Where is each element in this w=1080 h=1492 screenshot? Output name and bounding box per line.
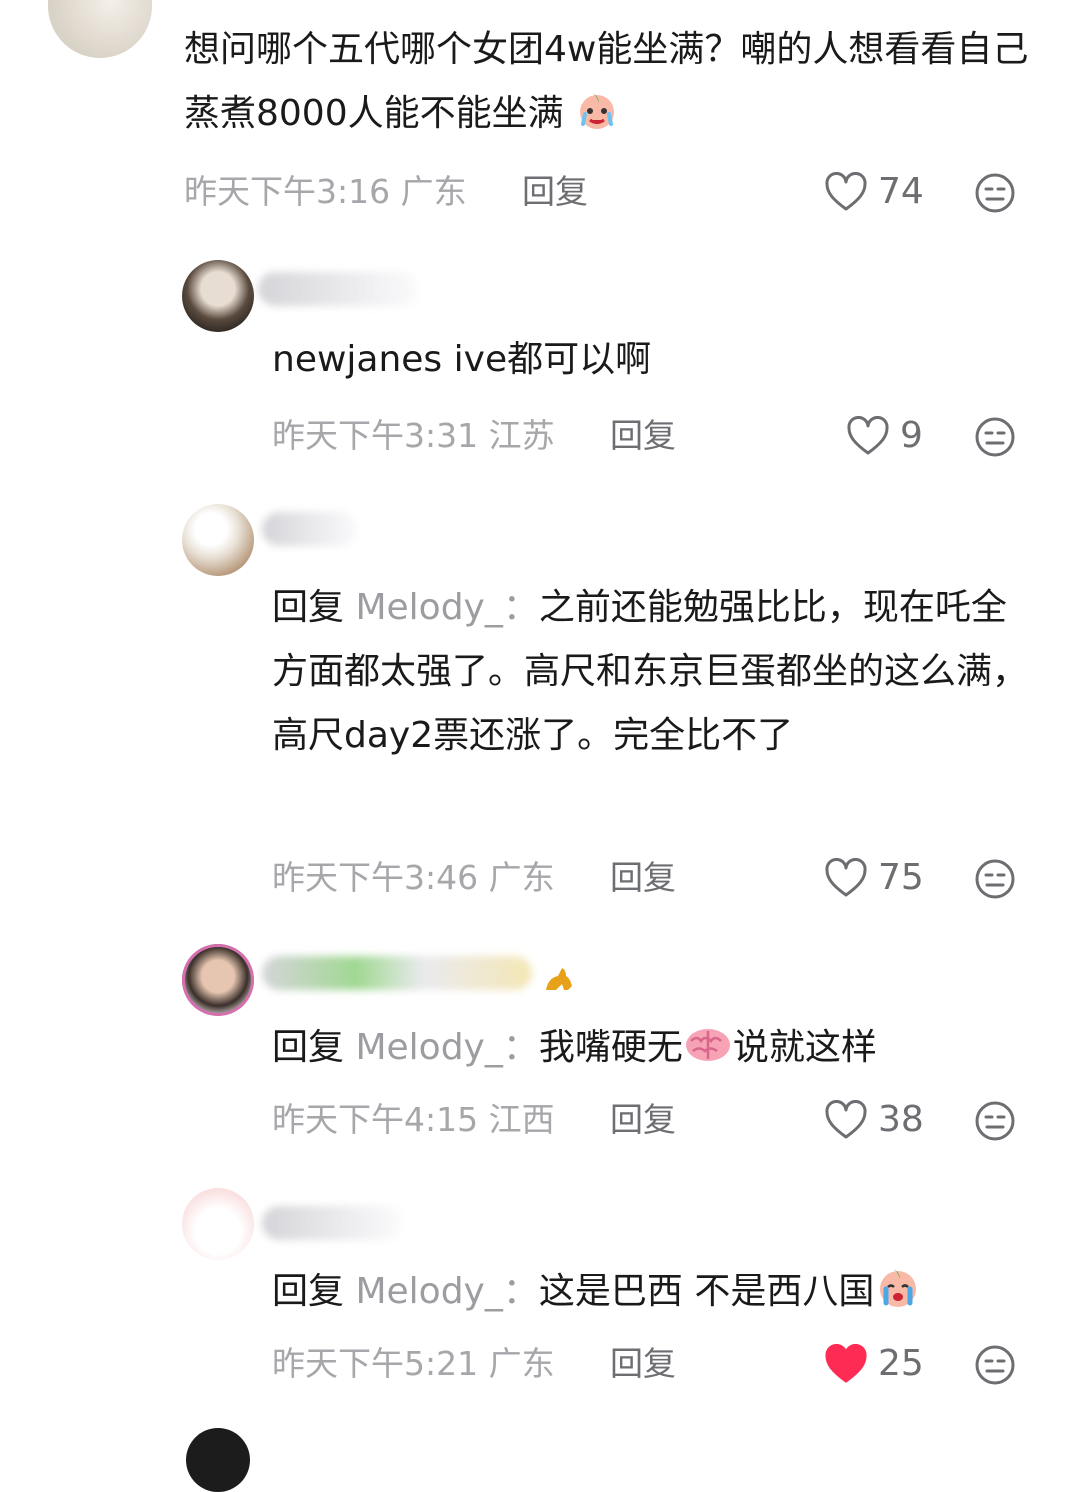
- reply-meta: 昨天下午4:15 江西: [272, 1100, 555, 1140]
- reply-text: newjanes ive都可以啊: [272, 339, 652, 380]
- dislike-button[interactable]: [974, 1344, 1016, 1386]
- meh-face-icon: [975, 417, 1015, 457]
- timestamp: 昨天下午4:15: [272, 1100, 479, 1139]
- username-blurred[interactable]: [262, 512, 358, 546]
- meh-face-icon: [975, 173, 1015, 213]
- heart-icon: [824, 172, 868, 212]
- avatar[interactable]: [182, 944, 254, 1016]
- dislike-button[interactable]: [974, 858, 1016, 900]
- username-blurred[interactable]: [258, 272, 418, 306]
- heart-icon: [846, 416, 890, 456]
- username-blurred[interactable]: [262, 1206, 402, 1240]
- reply-button[interactable]: 回复: [610, 1100, 676, 1140]
- reply-text: 回复 Melody_：我嘴硬无 说就这样: [272, 1027, 877, 1068]
- reply-prefix: 回复: [272, 1271, 345, 1312]
- timestamp: 昨天下午3:31: [272, 416, 479, 455]
- reply-button[interactable]: 回复: [610, 1344, 676, 1384]
- mention-link[interactable]: Melody_：: [355, 1027, 538, 1068]
- timestamp: 昨天下午3:46: [272, 858, 479, 897]
- location: 广东: [400, 172, 467, 211]
- heart-filled-icon: [824, 1344, 868, 1384]
- avatar[interactable]: [182, 1188, 254, 1260]
- dog-icon: [540, 960, 576, 996]
- like-button[interactable]: 9: [846, 416, 923, 456]
- reply-text: 回复 Melody_：这是巴西 不是西八国: [272, 1260, 1042, 1324]
- meh-face-icon: [975, 1101, 1015, 1141]
- reply-button[interactable]: 回复: [522, 172, 588, 212]
- timestamp: 昨天下午5:21: [272, 1344, 479, 1383]
- location: 广东: [488, 1344, 555, 1383]
- like-button[interactable]: 25: [824, 1344, 924, 1384]
- location: 江西: [488, 1100, 555, 1139]
- dislike-button[interactable]: [974, 1100, 1016, 1142]
- like-count: 38: [878, 1099, 924, 1140]
- comment-meta: 昨天下午3:16 广东: [184, 172, 467, 212]
- like-button[interactable]: 75: [824, 858, 924, 898]
- like-count: 9: [900, 415, 923, 456]
- reply-prefix: 回复: [272, 587, 345, 628]
- dislike-button[interactable]: [974, 172, 1016, 214]
- avatar[interactable]: [186, 1428, 250, 1492]
- like-count: 25: [878, 1343, 924, 1384]
- brain-emoji: [683, 1027, 733, 1068]
- meh-face-icon: [975, 1345, 1015, 1385]
- heart-icon: [824, 858, 868, 898]
- username-blurred[interactable]: [262, 956, 532, 990]
- reply-meta: 昨天下午3:46 广东: [272, 858, 555, 898]
- mention-link[interactable]: Melody_：: [355, 1271, 538, 1312]
- reply-text: 回复 Melody_：之前还能勉强比比，现在吒全方面都太强了。高尺和东京巨蛋都坐…: [272, 587, 1029, 756]
- avatar[interactable]: [48, 0, 152, 58]
- heart-icon: [824, 1100, 868, 1140]
- dislike-button[interactable]: [974, 416, 1016, 458]
- timestamp: 昨天下午3:16: [184, 172, 391, 211]
- like-count: 75: [878, 857, 924, 898]
- avatar[interactable]: [182, 504, 254, 576]
- comment-text: 想问哪个五代哪个女团4w能坐满？嘲的人想看看自己蒸煮8000人能不能坐满: [184, 29, 1029, 134]
- mention-link[interactable]: Melody_：: [355, 587, 538, 628]
- reply-meta: 昨天下午3:31 江苏: [272, 416, 555, 456]
- crying-peach-emoji: [575, 93, 619, 134]
- like-button[interactable]: 74: [824, 172, 924, 212]
- meh-face-icon: [975, 859, 1015, 899]
- reply-button[interactable]: 回复: [610, 858, 676, 898]
- avatar[interactable]: [182, 260, 254, 332]
- like-button[interactable]: 38: [824, 1100, 924, 1140]
- location: 广东: [488, 858, 555, 897]
- location: 江苏: [488, 416, 555, 455]
- reply-meta: 昨天下午5:21 广东: [272, 1344, 555, 1384]
- like-count: 74: [878, 171, 924, 212]
- crying-peach-emoji: [874, 1269, 922, 1312]
- reply-prefix: 回复: [272, 1027, 345, 1068]
- reply-button[interactable]: 回复: [610, 416, 676, 456]
